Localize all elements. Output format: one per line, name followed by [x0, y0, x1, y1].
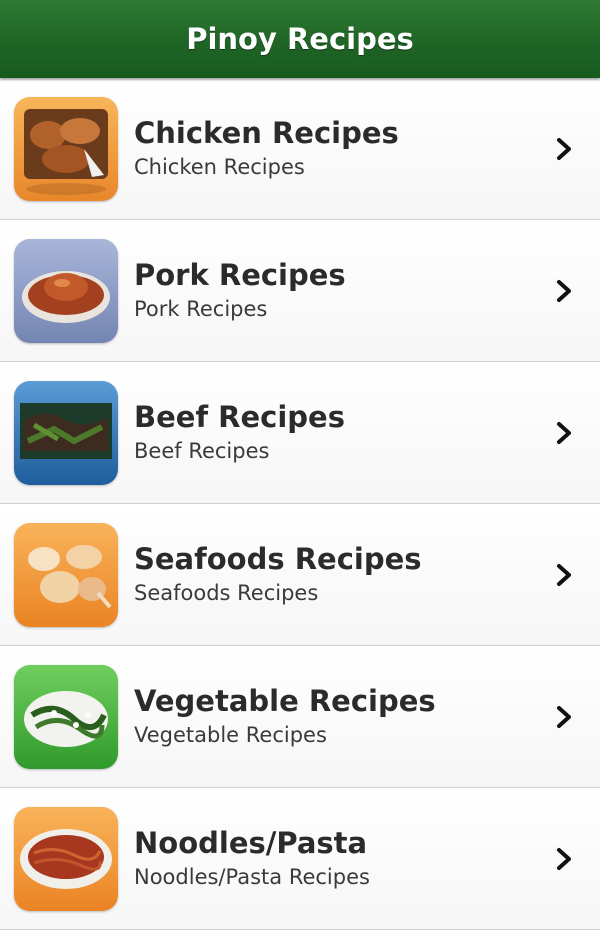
category-title: Beef Recipes [134, 399, 345, 434]
category-row-pork[interactable]: Pork Recipes Pork Recipes [0, 220, 600, 362]
category-list: Chicken Recipes Chicken Recipes Pork Rec… [0, 78, 600, 930]
chevron-right-icon [557, 847, 571, 870]
noodles-icon [14, 806, 118, 911]
beef-icon [14, 380, 118, 485]
category-subtitle: Pork Recipes [134, 296, 268, 321]
category-title: Seafoods Recipes [134, 541, 422, 576]
seafood-icon [14, 522, 118, 627]
category-subtitle: Vegetable Recipes [134, 722, 327, 747]
category-row-noodles[interactable]: Noodles/Pasta Noodles/Pasta Recipes [0, 788, 600, 930]
chevron-right-icon [557, 137, 571, 160]
category-subtitle: Chicken Recipes [134, 154, 305, 179]
category-row-beef[interactable]: Beef Recipes Beef Recipes [0, 362, 600, 504]
app-title: Pinoy Recipes [186, 22, 414, 56]
category-title: Vegetable Recipes [134, 683, 436, 718]
category-subtitle: Beef Recipes [134, 438, 270, 463]
app-header: Pinoy Recipes [0, 0, 600, 78]
category-row-chicken[interactable]: Chicken Recipes Chicken Recipes [0, 78, 600, 220]
category-row-vegetables[interactable]: Vegetable Recipes Vegetable Recipes [0, 646, 600, 788]
category-subtitle: Seafoods Recipes [134, 580, 319, 605]
chicken-icon [14, 96, 118, 201]
chevron-right-icon [557, 421, 571, 444]
category-subtitle: Noodles/Pasta Recipes [134, 864, 370, 889]
pork-icon [14, 238, 118, 343]
chevron-right-icon [557, 705, 571, 728]
category-title: Noodles/Pasta [134, 825, 368, 860]
vegetable-icon [14, 664, 118, 769]
chevron-right-icon [557, 279, 571, 302]
chevron-right-icon [557, 563, 571, 586]
category-row-seafoods[interactable]: Seafoods Recipes Seafoods Recipes [0, 504, 600, 646]
category-title: Pork Recipes [134, 257, 346, 292]
category-title: Chicken Recipes [134, 115, 399, 150]
